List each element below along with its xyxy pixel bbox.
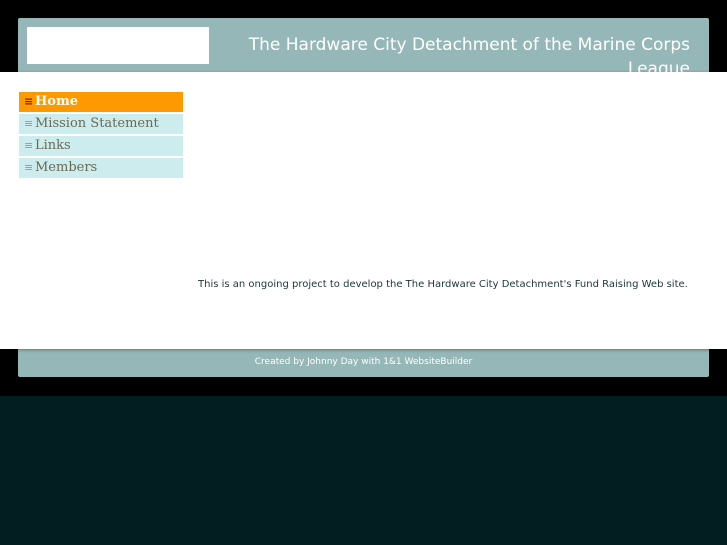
nav-item-mission-statement[interactable]: ≡ Mission Statement	[19, 114, 183, 134]
main-content-text: This is an ongoing project to develop th…	[198, 279, 688, 290]
nav-item-links[interactable]: ≡ Links	[19, 136, 183, 156]
menu-icon: ≡	[24, 117, 34, 130]
nav-item-label: Home	[35, 94, 78, 109]
menu-icon: ≡	[24, 95, 34, 108]
menu-icon: ≡	[24, 139, 34, 152]
main-navigation: ≡ Home ≡ Mission Statement ≡ Links ≡ Members	[19, 92, 183, 180]
footer-credit[interactable]: Created by Johnny Day with 1&1 WebsiteBu…	[18, 356, 709, 368]
nav-item-label: Mission Statement	[35, 116, 159, 131]
nav-item-label: Members	[35, 160, 98, 175]
page-bottom-band	[0, 396, 727, 545]
menu-icon: ≡	[24, 161, 34, 174]
nav-item-home[interactable]: ≡ Home	[19, 92, 183, 112]
nav-item-label: Links	[35, 138, 71, 153]
nav-item-members[interactable]: ≡ Members	[19, 158, 183, 178]
logo-placeholder[interactable]	[27, 27, 209, 64]
